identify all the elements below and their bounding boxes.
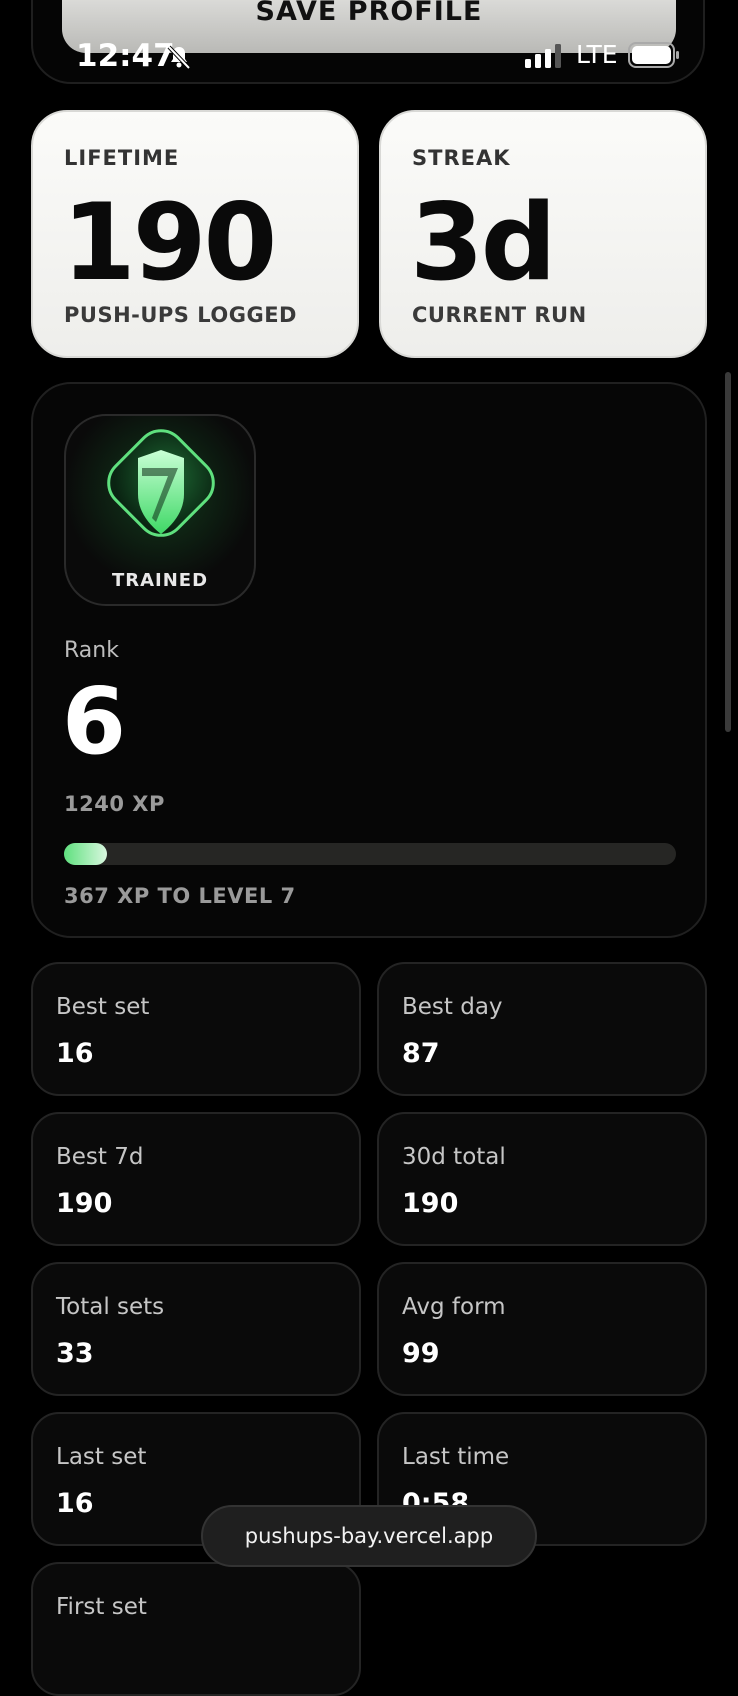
save-profile-label: SAVE PROFILE (255, 0, 483, 27)
streak-sub: CURRENT RUN (412, 303, 587, 327)
stat-tile-total-sets: Total sets 33 (31, 1262, 361, 1396)
streak-value: 3d (410, 181, 557, 304)
stat-label: Last time (402, 1444, 510, 1470)
stat-value: 87 (402, 1038, 440, 1069)
xp-total: 1240 XP (64, 792, 165, 816)
status-time: 12:47 (76, 38, 175, 74)
stat-value: 190 (402, 1188, 459, 1219)
lifetime-label: LIFETIME (64, 146, 180, 170)
rank-value: 6 (62, 668, 127, 775)
stat-label: Total sets (56, 1294, 165, 1320)
stat-label: 30d total (402, 1144, 506, 1170)
status-bar: 12:47 LTE (0, 30, 738, 80)
stat-value: 16 (56, 1038, 94, 1069)
stat-label: Last set (56, 1444, 147, 1470)
rank-label: Rank (64, 638, 119, 663)
stat-value: 33 (56, 1338, 94, 1369)
xp-to-next-level: 367 XP TO LEVEL 7 (64, 884, 296, 908)
stat-value: 16 (56, 1488, 94, 1519)
lifetime-sub: PUSH-UPS LOGGED (64, 303, 297, 327)
stat-tile-best-7d: Best 7d 190 (31, 1112, 361, 1246)
xp-progress-bar (64, 843, 676, 865)
stat-label: Best set (56, 994, 150, 1020)
stat-tile-first-set: First set (31, 1562, 361, 1696)
signal-icon (525, 44, 561, 68)
stat-label: First set (56, 1594, 147, 1620)
browser-url-bar[interactable]: pushups-bay.vercel.app (201, 1505, 537, 1567)
rank-badge: TRAINED (64, 414, 256, 606)
scrollbar[interactable] (725, 372, 731, 732)
xp-progress-fill (64, 843, 107, 865)
streak-label: STREAK (412, 146, 511, 170)
stat-tile-avg-form: Avg form 99 (377, 1262, 707, 1396)
lifetime-card: LIFETIME 190 PUSH-UPS LOGGED (31, 110, 359, 358)
stat-label: Best 7d (56, 1144, 144, 1170)
stat-tile-best-day: Best day 87 (377, 962, 707, 1096)
bell-muted-icon (167, 45, 191, 70)
stat-tile-best-set: Best set 16 (31, 962, 361, 1096)
badge-label: TRAINED (111, 570, 209, 591)
shield-icon (107, 429, 215, 537)
network-type: LTE (576, 40, 618, 69)
stat-tile-30d-total: 30d total 190 (377, 1112, 707, 1246)
lifetime-value: 190 (62, 181, 277, 304)
stat-label: Best day (402, 994, 503, 1020)
url-text: pushups-bay.vercel.app (244, 1524, 494, 1548)
stat-value: 99 (402, 1338, 440, 1369)
stat-value: 190 (56, 1188, 113, 1219)
stat-label: Avg form (402, 1294, 506, 1320)
battery-icon (628, 42, 679, 68)
rank-card: TRAINED Rank 6 1240 XP 367 XP TO LEVEL 7 (31, 382, 707, 938)
streak-card: STREAK 3d CURRENT RUN (379, 110, 707, 358)
